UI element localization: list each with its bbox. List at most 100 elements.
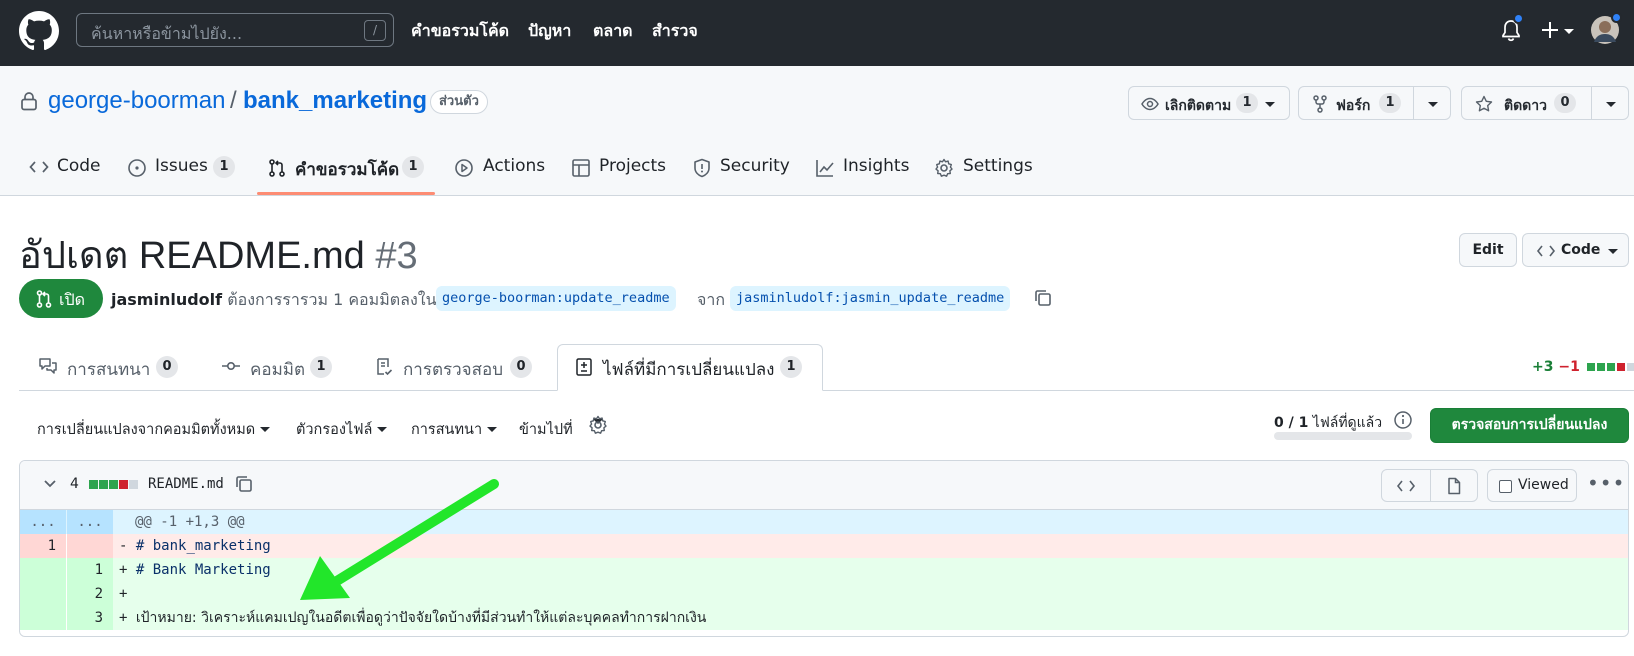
repository-header: george-boorman / bank_marketing ส่วนตัว …	[0, 66, 1634, 196]
pr-tabs-border	[19, 390, 1634, 391]
tab-label: Projects	[599, 156, 667, 176]
head-branch[interactable]: jasminludolf:jasmin_update_readme	[730, 286, 1011, 311]
kebab-horizontal-icon[interactable]: •••	[1587, 471, 1625, 495]
viewed-checkbox[interactable]: Viewed	[1487, 469, 1577, 502]
active-tab-indicator	[257, 192, 435, 195]
tab-security[interactable]: Security	[693, 154, 790, 196]
pr-title-text: อัปเดต README.md	[19, 235, 365, 277]
tab-label: คำขอรวมโค้ด	[295, 160, 400, 180]
chevron-down-icon	[260, 427, 271, 432]
star-icon	[1475, 95, 1493, 112]
create-new-menu[interactable]	[1540, 18, 1576, 42]
watch-button[interactable]: เลิกติดตาม 1	[1128, 86, 1290, 120]
edit-button[interactable]: Edit	[1459, 233, 1517, 267]
tab-label: Insights	[843, 156, 910, 176]
tab-count: 1	[213, 156, 235, 178]
nav-marketplace[interactable]: ตลาด	[593, 19, 633, 44]
code-icon[interactable]	[1396, 478, 1416, 494]
git-commit-icon	[222, 362, 240, 371]
tab-pull-requests[interactable]: คำขอรวมโค้ด 1	[268, 154, 428, 196]
star-label: ติดดาว	[1504, 98, 1547, 114]
diff-line-addition: 1 + # Bank Marketing	[20, 558, 1628, 582]
chevron-down-icon	[1564, 29, 1574, 34]
user-avatar[interactable]	[1590, 12, 1622, 47]
tab-count: 0	[510, 356, 532, 378]
conversations-dropdown[interactable]: การสนทนา	[411, 418, 498, 441]
tab-conversation[interactable]: การสนทนา 0	[38, 353, 183, 383]
nav-explore[interactable]: สำรวจ	[652, 19, 698, 44]
file-filter-dropdown[interactable]: ตัวกรองไฟล์	[296, 418, 388, 441]
pr-author-link[interactable]: jasminludolf	[111, 290, 222, 309]
tab-label: Settings	[963, 156, 1033, 176]
diffstat-block	[89, 480, 98, 489]
code-button[interactable]: Code	[1522, 233, 1629, 267]
tab-count: 1	[310, 356, 332, 378]
jump-to-dropdown[interactable]: ข้ามไปที่	[519, 418, 573, 441]
repo-name-link[interactable]: bank_marketing	[243, 87, 427, 115]
tab-count: 0	[156, 356, 178, 378]
search-input[interactable]: ค้นหาหรือข้ามไปยัง... /	[76, 13, 394, 47]
tab-actions[interactable]: Actions	[454, 154, 546, 196]
tab-issues[interactable]: Issues 1	[127, 154, 239, 196]
tab-files-changed[interactable]: ไฟล์ที่มีการเปลี่ยนแปลง 1	[575, 353, 805, 383]
tab-insights[interactable]: Insights	[815, 154, 910, 196]
old-line-number[interactable]: 1	[20, 534, 66, 558]
old-line-number[interactable]	[20, 558, 66, 582]
fork-button[interactable]: ฟอร์ก 1	[1298, 86, 1451, 120]
tab-label: การสนทนา	[67, 360, 151, 380]
graph-icon	[816, 160, 834, 177]
code-icon	[29, 161, 49, 173]
pr-meta-text: ต้องการรารวม 1 คอมมิตลงใน	[227, 290, 437, 309]
tab-commits[interactable]: คอมมิต 1	[221, 353, 341, 383]
file-icon[interactable]	[1446, 477, 1462, 495]
tab-settings[interactable]: Settings	[934, 154, 1034, 196]
tab-checks[interactable]: การตรวจสอบ 0	[375, 353, 540, 383]
new-line-number[interactable]: 3	[67, 606, 113, 630]
diffstat-block	[129, 480, 138, 489]
chevron-down-icon	[377, 427, 388, 432]
tab-code[interactable]: Code	[29, 154, 104, 196]
nav-issues[interactable]: ปัญหา	[528, 19, 571, 44]
info-icon[interactable]	[1393, 410, 1413, 430]
diffstat-summary: +3 −1	[1532, 359, 1634, 375]
notifications-bell-icon[interactable]	[1500, 13, 1524, 42]
notification-dot	[1513, 13, 1524, 24]
diff-file-header: 4 README.md Viewed •••	[20, 461, 1628, 510]
diffstat-block	[1616, 363, 1625, 371]
checklist-icon	[377, 358, 393, 376]
diff-line-text: # bank_marketing	[135, 538, 271, 554]
github-logo-icon[interactable]	[19, 11, 59, 51]
expand-up-icon[interactable]: ...	[20, 510, 66, 534]
copy-icon[interactable]	[234, 474, 254, 494]
watch-label: เลิกติดตาม	[1165, 98, 1232, 114]
diff-settings-menu[interactable]	[588, 414, 622, 438]
diff-line-addition: 3 + เป้าหมาย: วิเคราะห์แคมเปญในอดีตเพื่อด…	[20, 606, 1628, 630]
expand-down-icon[interactable]: ...	[67, 510, 113, 534]
pr-number: #3	[375, 235, 418, 277]
chevron-down-icon[interactable]	[1428, 102, 1438, 107]
star-button[interactable]: ติดดาว 0	[1461, 86, 1629, 120]
diffstat-block	[99, 480, 108, 489]
tab-projects[interactable]: Projects	[571, 154, 666, 196]
base-branch[interactable]: george-boorman:update_readme	[436, 286, 676, 311]
repo-owner-link[interactable]: george-boorman	[48, 87, 225, 115]
files-viewed-number: 0 / 1	[1274, 415, 1309, 431]
tab-label: Actions	[483, 156, 546, 176]
checkbox[interactable]	[1499, 480, 1512, 493]
new-line-number[interactable]: 1	[67, 558, 113, 582]
copy-icon[interactable]	[1033, 288, 1053, 308]
tab-label: คอมมิต	[250, 360, 306, 380]
dropdown-label: ตัวกรองไฟล์	[296, 422, 373, 438]
chevron-down-icon[interactable]	[43, 479, 57, 489]
tab-label: Issues	[155, 156, 208, 176]
new-line-number[interactable]	[67, 534, 113, 558]
old-line-number[interactable]	[20, 582, 66, 606]
nav-pull-requests[interactable]: คำขอรวมโค้ด	[411, 19, 509, 44]
new-line-number[interactable]: 2	[67, 582, 113, 606]
changes-from-dropdown[interactable]: การเปลี่ยนแปลงจากคอมมิตทั้งหมด	[37, 418, 271, 441]
old-line-number[interactable]	[20, 606, 66, 630]
file-change-count: 4	[70, 476, 79, 492]
chevron-down-icon[interactable]	[1606, 102, 1616, 107]
review-changes-button[interactable]: ตรวจสอบการเปลี่ยนแปลง	[1430, 408, 1629, 443]
file-name[interactable]: README.md	[148, 476, 224, 492]
